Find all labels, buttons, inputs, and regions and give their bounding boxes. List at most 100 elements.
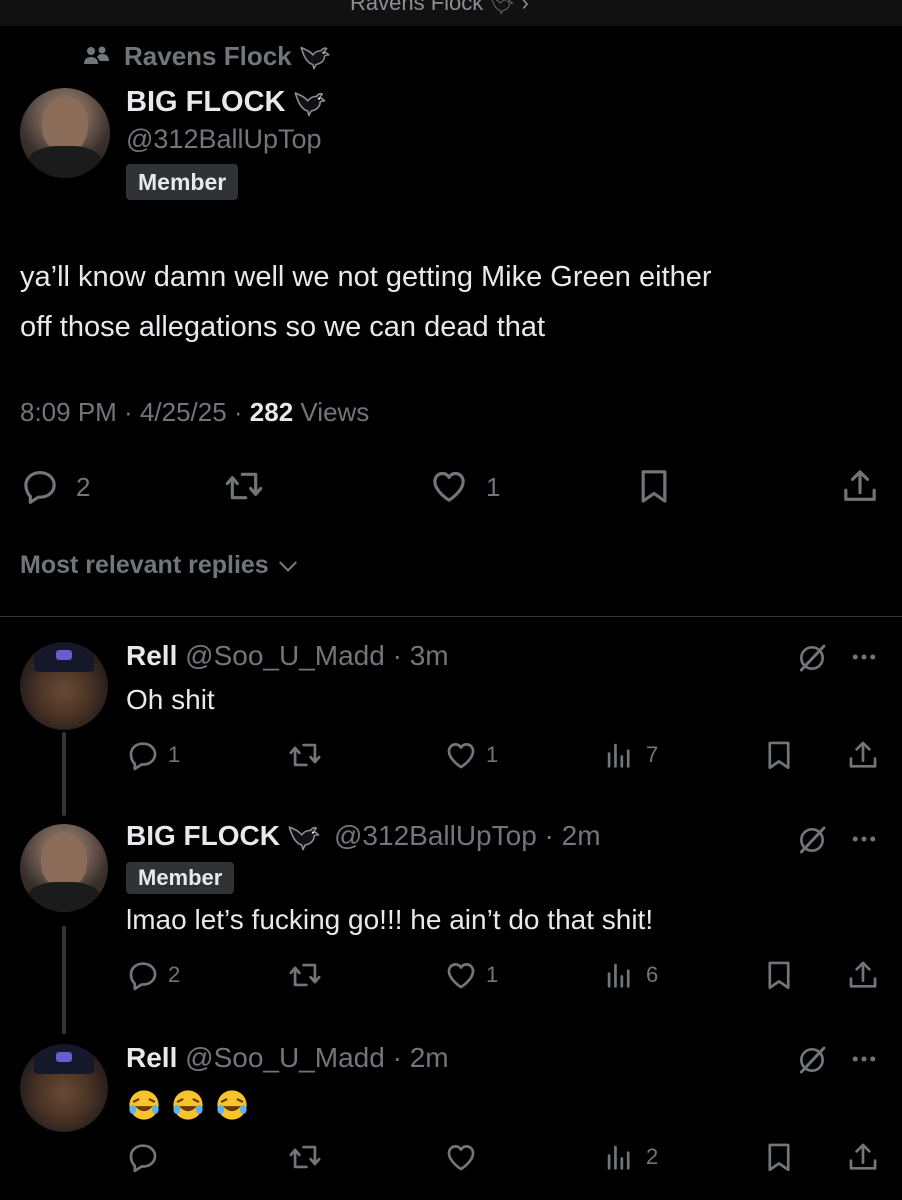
reply-button[interactable]: 2: [20, 466, 100, 506]
raven-emoji-icon: [489, 0, 515, 17]
meta-separator: ·: [226, 397, 250, 427]
reply-item[interactable]: Rell @Soo_U_Madd · 3m Oh shit 1 1 7: [0, 630, 902, 790]
views-button[interactable]: 2: [602, 1138, 672, 1174]
share-icon[interactable]: [846, 958, 880, 992]
community-label[interactable]: Ravens Flock: [82, 40, 332, 72]
reply-text: Oh shit: [126, 684, 215, 715]
post-views-label[interactable]: Views: [300, 397, 369, 427]
reply-age: 2m: [561, 820, 601, 851]
bookmark-icon[interactable]: [762, 1140, 796, 1174]
post-action-bar: 2 1: [0, 462, 902, 510]
reply-author-name[interactable]: Rell: [126, 1042, 177, 1073]
share-button[interactable]: [840, 466, 880, 506]
community-label-text: Ravens Flock: [124, 40, 292, 71]
bookmark-icon: [634, 466, 674, 506]
reply-bubble-icon[interactable]: [126, 1140, 160, 1174]
reply-count: 1: [168, 742, 181, 767]
reply-button[interactable]: 2: [126, 956, 196, 992]
reply-header: Rell @Soo_U_Madd · 3m: [126, 640, 449, 672]
meta-separator: ·: [116, 397, 140, 427]
rofl-emoji-icon: [128, 1089, 248, 1121]
grok-icon[interactable]: [796, 824, 828, 856]
views-button[interactable]: 6: [602, 956, 672, 992]
bookmark-icon[interactable]: [762, 738, 796, 772]
grok-icon[interactable]: [796, 642, 828, 674]
community-people-icon: [84, 46, 109, 64]
views-count: 7: [646, 742, 659, 767]
views-count: 2: [646, 1144, 659, 1169]
reply-action-bar: 1 1 7: [0, 736, 902, 776]
reply-author-handle[interactable]: @Soo_U_Madd: [185, 1042, 385, 1073]
reply-author-name[interactable]: BIG FLOCK: [126, 820, 280, 852]
heart-icon: [444, 958, 478, 992]
avatar[interactable]: [20, 824, 108, 912]
views-bars-icon: [602, 738, 636, 772]
reply-header: BIG FLOCK @312BallUpTop · 2m: [126, 818, 601, 854]
retweet-icon[interactable]: [286, 958, 324, 992]
more-dots-icon[interactable]: [849, 824, 879, 854]
share-icon[interactable]: [846, 738, 880, 772]
like-button[interactable]: 1: [444, 736, 514, 772]
post-text-line: off those allegations so we can dead tha…: [20, 311, 546, 343]
views-bars-icon: [602, 958, 636, 992]
post-author-name: BIG FLOCK: [126, 85, 286, 118]
retweet-button[interactable]: [222, 466, 266, 506]
like-button[interactable]: 1: [428, 466, 508, 506]
replies-filter-label: Most relevant replies: [20, 551, 269, 579]
bookmark-button[interactable]: [634, 466, 674, 506]
top-bar-community-title[interactable]: Ravens Flock ›: [350, 0, 529, 17]
member-badge: Member: [126, 862, 235, 894]
meta-separator: ·: [536, 820, 562, 851]
reply-author-name[interactable]: Rell: [126, 640, 177, 671]
raven-emoji-icon: [298, 39, 332, 73]
reply-bubble-icon: [20, 466, 60, 506]
post-text: ya’ll know damn well we not getting Mike…: [20, 252, 712, 352]
reply-bubble-icon: [126, 738, 160, 772]
grok-icon[interactable]: [796, 1044, 828, 1076]
views-button[interactable]: 7: [602, 736, 672, 772]
raven-emoji-icon: [286, 818, 322, 854]
heart-icon: [428, 466, 470, 506]
top-bar[interactable]: Ravens Flock ›: [0, 0, 902, 26]
reply-text: lmao let’s fucking go!!! he ain’t do tha…: [126, 904, 654, 935]
more-dots-icon[interactable]: [849, 1044, 879, 1074]
reply-count: 2: [76, 472, 91, 502]
raven-emoji-icon: [292, 84, 328, 120]
reply-item[interactable]: Rell @Soo_U_Madd · 2m 🤣🤣🤣 2: [0, 1032, 902, 1200]
avatar[interactable]: [20, 88, 110, 178]
reply-age: 3m: [409, 640, 449, 671]
post-text-line: ya’ll know damn well we not getting Mike…: [20, 261, 712, 293]
replies-filter-dropdown[interactable]: Most relevant replies: [20, 551, 301, 580]
reply-author-handle[interactable]: @Soo_U_Madd: [185, 640, 385, 671]
reply-item[interactable]: BIG FLOCK @312BallUpTop · 2m Member lmao…: [0, 812, 902, 1012]
post-date: 4/25/25: [139, 397, 227, 427]
share-icon[interactable]: [846, 1140, 880, 1174]
post-meta: 8:09 PM · 4/25/25 · 282 Views: [20, 397, 369, 428]
reply-action-bar: 2: [0, 1138, 902, 1178]
like-button[interactable]: 1: [444, 956, 514, 992]
reply-age: 2m: [409, 1042, 449, 1073]
divider: [0, 616, 902, 617]
like-count: 1: [486, 962, 499, 987]
retweet-icon[interactable]: [286, 1140, 324, 1174]
avatar[interactable]: [20, 642, 108, 730]
bookmark-icon[interactable]: [762, 958, 796, 992]
post-time: 8:09 PM: [20, 397, 117, 427]
retweet-icon: [222, 466, 266, 506]
heart-icon[interactable]: [444, 1140, 478, 1174]
views-bars-icon: [602, 1140, 636, 1174]
retweet-icon[interactable]: [286, 738, 324, 772]
avatar[interactable]: [20, 1044, 108, 1132]
post-views-count[interactable]: 282: [250, 397, 293, 427]
meta-separator: ·: [384, 640, 410, 671]
reply-author-handle[interactable]: @312BallUpTop: [334, 820, 537, 852]
more-dots-icon[interactable]: [849, 642, 879, 672]
reply-button[interactable]: 1: [126, 736, 196, 772]
post-author-name-row[interactable]: BIG FLOCK: [126, 84, 328, 120]
meta-separator: ·: [384, 1042, 410, 1073]
top-bar-community-name: Ravens Flock: [350, 0, 484, 15]
reply-count: 2: [168, 962, 181, 987]
reply-bubble-icon: [126, 958, 160, 992]
views-count: 6: [646, 962, 659, 987]
post-author-handle[interactable]: @312BallUpTop: [126, 124, 322, 155]
